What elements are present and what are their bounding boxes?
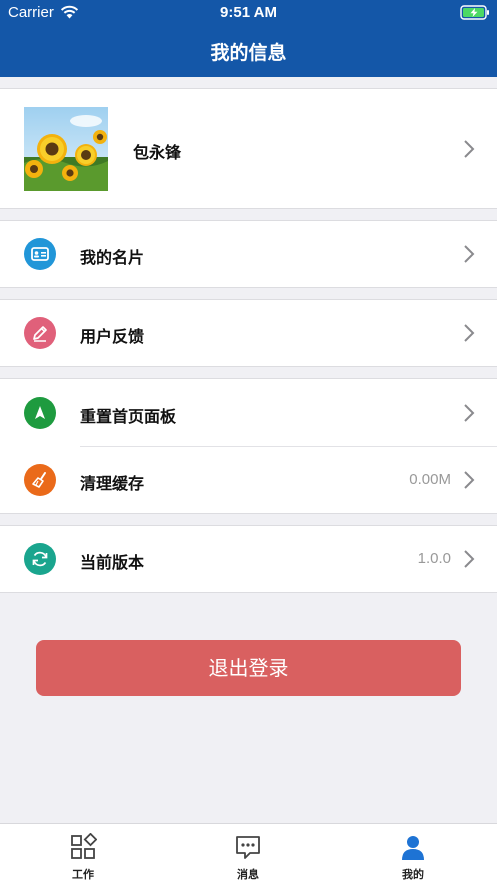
menu-item-clear-cache[interactable]: 清理缓存 0.00M xyxy=(0,446,497,513)
clear-cache-label: 清理缓存 xyxy=(80,474,145,493)
status-bar: Carrier 9:51 AM xyxy=(0,0,497,26)
profile-section[interactable]: 包永锋 xyxy=(0,88,497,209)
tab-me-label: 我的 xyxy=(402,868,424,881)
chat-icon xyxy=(236,836,260,859)
menu-item-feedback[interactable]: 用户反馈 xyxy=(0,300,497,366)
business-card-label: 我的名片 xyxy=(80,248,145,267)
menu-item-business-card[interactable]: 我的名片 xyxy=(0,221,497,287)
menu-item-reset-home[interactable]: 重置首页面板 xyxy=(0,379,497,446)
chevron-right-icon xyxy=(464,550,475,568)
refresh-icon xyxy=(24,543,56,575)
header-bar: Carrier 9:51 AM 我的信息 xyxy=(0,0,497,77)
version-label: 当前版本 xyxy=(80,553,145,572)
grid-icon xyxy=(71,833,97,859)
business-card-section: 我的名片 xyxy=(0,220,497,288)
reset-home-label: 重置首页面板 xyxy=(80,407,177,426)
screen: Carrier 9:51 AM 我的信息 包永锋 我的名片 用户反馈 重置首页面… xyxy=(0,0,497,883)
feedback-section: 用户反馈 xyxy=(0,299,497,367)
chevron-right-icon xyxy=(464,471,475,489)
profile-row[interactable]: 包永锋 xyxy=(0,89,497,208)
menu-item-version[interactable]: 当前版本 1.0.0 xyxy=(0,526,497,592)
id-card-icon xyxy=(24,238,56,270)
chevron-right-icon xyxy=(464,245,475,263)
person-icon xyxy=(402,836,424,860)
broom-icon xyxy=(24,464,56,496)
battery-charging-icon xyxy=(460,5,489,20)
version-section: 当前版本 1.0.0 xyxy=(0,525,497,593)
feedback-label: 用户反馈 xyxy=(80,327,145,346)
cache-size-value: 0.00M xyxy=(409,471,451,488)
version-value: 1.0.0 xyxy=(417,550,451,567)
navigation-arrow-icon xyxy=(24,397,56,429)
chevron-right-icon xyxy=(464,140,475,158)
chevron-right-icon xyxy=(464,404,475,422)
logout-button[interactable]: 退出登录 xyxy=(36,640,461,696)
tab-me[interactable]: 我的 xyxy=(353,824,473,883)
avatar[interactable] xyxy=(24,107,108,191)
pencil-icon xyxy=(24,317,56,349)
sunflower-photo xyxy=(24,107,108,191)
tab-messages[interactable]: 消息 xyxy=(188,824,308,883)
tab-messages-label: 消息 xyxy=(237,868,259,881)
status-time: 9:51 AM xyxy=(220,4,277,21)
tab-bar: 工作 消息 我的 xyxy=(0,823,497,883)
chevron-right-icon xyxy=(464,324,475,342)
tab-work-label: 工作 xyxy=(72,868,94,881)
tab-work[interactable]: 工作 xyxy=(23,824,143,883)
page-title: 我的信息 xyxy=(210,42,287,64)
profile-name: 包永锋 xyxy=(133,143,182,162)
settings-section: 重置首页面板 清理缓存 0.00M xyxy=(0,378,497,514)
